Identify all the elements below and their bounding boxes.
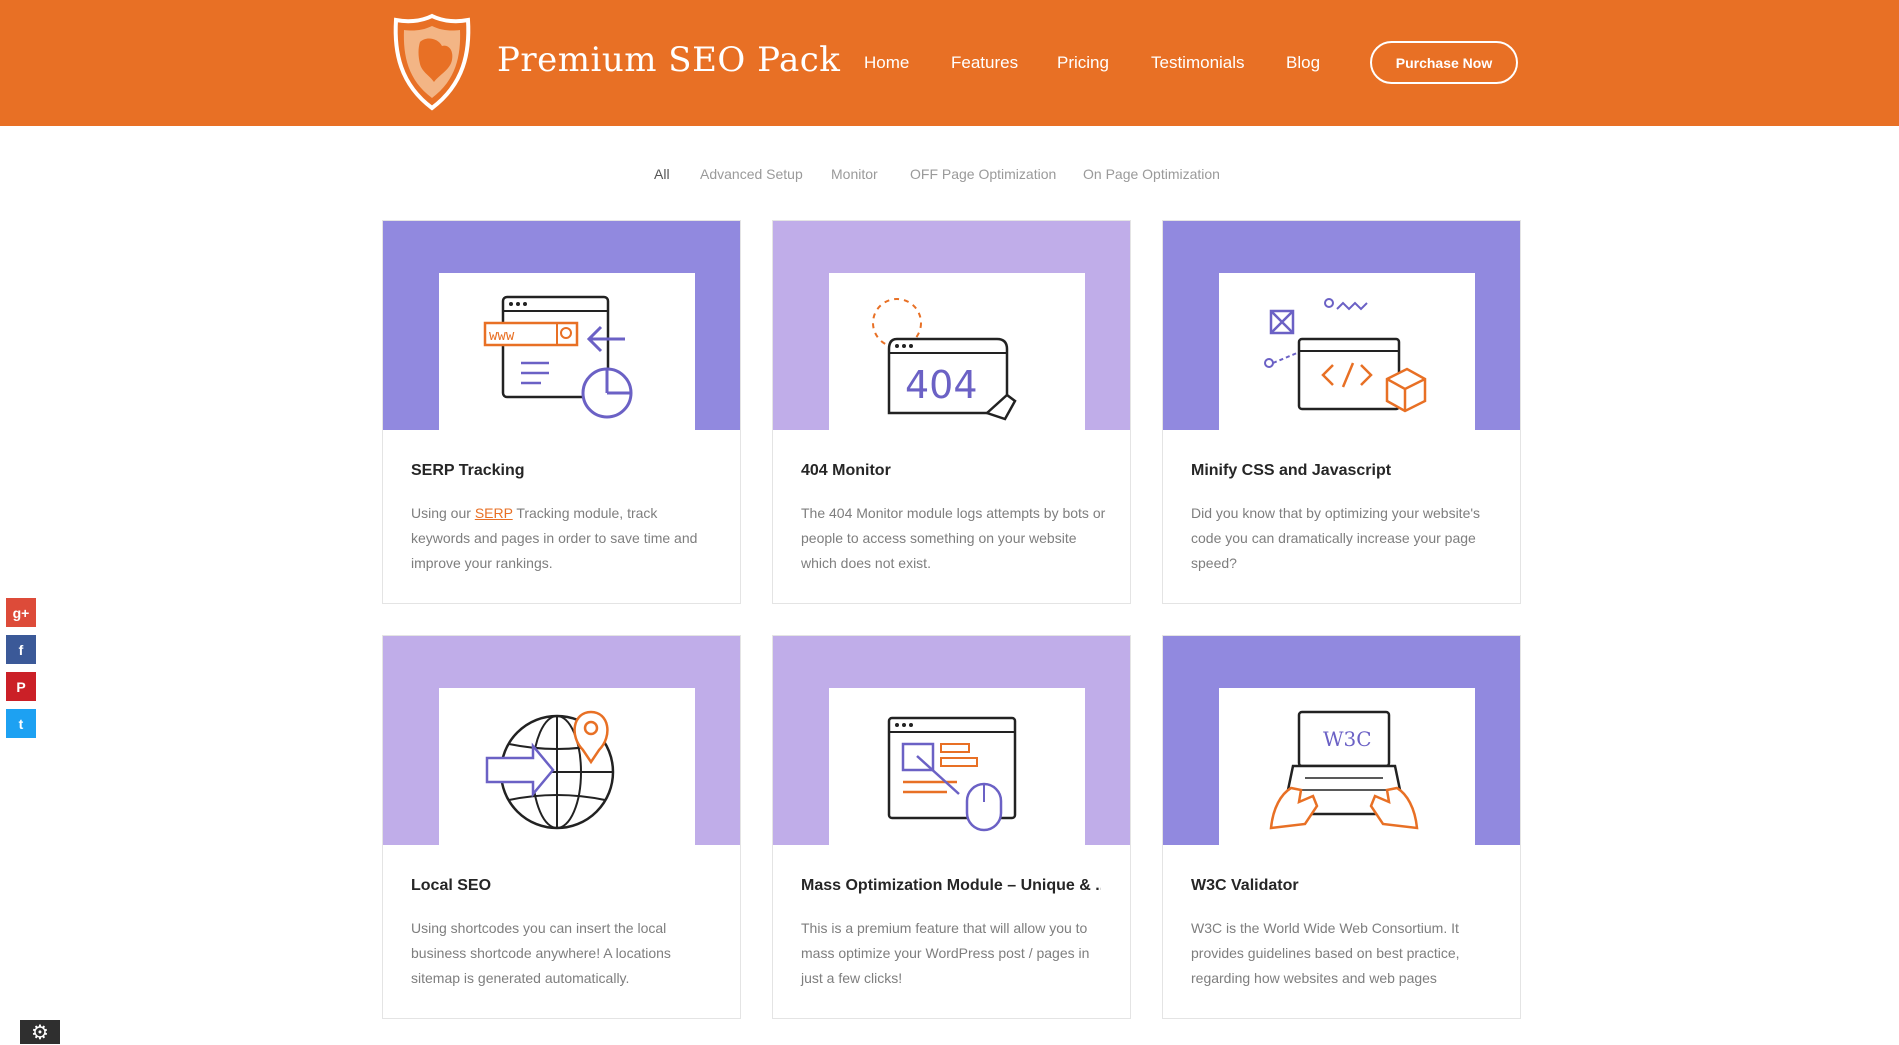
- globe-location-pin-icon: [485, 710, 615, 830]
- card-illustration: [829, 688, 1085, 845]
- code-box-icon: [1264, 298, 1427, 413]
- filter-on-page-optimization[interactable]: On Page Optimization: [1083, 166, 1220, 182]
- 404-page-icon: 404: [872, 298, 1017, 421]
- settings-gear-icon[interactable]: ⚙: [20, 1020, 60, 1044]
- nav-home[interactable]: Home: [864, 53, 909, 73]
- brand-title[interactable]: Premium SEO Pack: [497, 40, 840, 80]
- nav-pricing[interactable]: Pricing: [1057, 53, 1109, 73]
- feature-card-404-monitor[interactable]: 404 404 Monitor The 404 Monitor module l…: [772, 220, 1131, 604]
- filter-all[interactable]: All: [654, 166, 670, 182]
- card-description: Did you know that by optimizing your web…: [1191, 505, 1481, 571]
- browser-mouse-icon: [887, 716, 1017, 832]
- card-description: Using shortcodes you can insert the loca…: [411, 920, 671, 986]
- card-illustration: www: [439, 273, 695, 430]
- card-illustration: W3C: [1219, 688, 1475, 845]
- feature-card-local-seo[interactable]: Local SEO Using shortcodes you can inser…: [382, 635, 741, 1019]
- site-header: Premium SEO Pack Home Features Pricing T…: [0, 0, 1899, 126]
- card-illustration: [439, 688, 695, 845]
- card-description: This is a premium feature that will allo…: [801, 920, 1090, 986]
- card-title: Minify CSS and Javascript: [1191, 462, 1392, 479]
- card-description: W3C is the World Wide Web Consortium. It…: [1191, 920, 1460, 986]
- card-title: W3C Validator: [1191, 877, 1299, 894]
- card-title: Mass Optimization Module – Unique & ...: [801, 877, 1101, 894]
- card-illustration: [1219, 273, 1475, 430]
- card-title: Local SEO: [411, 877, 492, 894]
- nav-blog[interactable]: Blog: [1286, 53, 1320, 73]
- laptop-w3c-hands-icon: W3C: [1269, 710, 1419, 830]
- filter-advanced-setup[interactable]: Advanced Setup: [700, 166, 803, 182]
- card-description-text: Using our: [411, 505, 475, 521]
- feature-card-minify-css-js[interactable]: Minify CSS and Javascript Did you know t…: [1162, 220, 1521, 604]
- purchase-now-button[interactable]: Purchase Now: [1370, 41, 1518, 84]
- category-filter-bar: All Advanced Setup Monitor OFF Page Opti…: [0, 166, 1899, 188]
- feature-card-mass-optimization[interactable]: Mass Optimization Module – Unique & ... …: [772, 635, 1131, 1019]
- browser-www-search-pie-icon: www: [483, 295, 633, 419]
- card-illustration: 404: [829, 273, 1085, 430]
- card-title: SERP Tracking: [411, 462, 525, 479]
- facebook-icon[interactable]: f: [6, 635, 36, 664]
- nav-testimonials[interactable]: Testimonials: [1151, 53, 1245, 73]
- w3c-icon-text: W3C: [1323, 727, 1372, 751]
- svg-text:www: www: [489, 328, 515, 344]
- card-description: The 404 Monitor module logs attempts by …: [801, 505, 1106, 571]
- card-title: 404 Monitor: [801, 462, 891, 479]
- shield-logo-icon[interactable]: [390, 12, 474, 112]
- nav-features[interactable]: Features: [951, 53, 1018, 73]
- filter-monitor[interactable]: Monitor: [831, 166, 878, 182]
- filter-off-page-optimization[interactable]: OFF Page Optimization: [910, 166, 1056, 182]
- 404-icon-text: 404: [905, 363, 978, 407]
- serp-link[interactable]: SERP: [475, 505, 513, 521]
- feature-card-serp-tracking[interactable]: www SERP Tracking Using our SERP Trackin…: [382, 220, 741, 604]
- twitter-icon[interactable]: t: [6, 709, 36, 738]
- pinterest-icon[interactable]: P: [6, 672, 36, 701]
- feature-card-w3c-validator[interactable]: W3C W3C Validator W3C is the World Wide …: [1162, 635, 1521, 1019]
- google-plus-icon[interactable]: g+: [6, 598, 36, 627]
- card-description: Using our SERP Tracking module, track ke…: [411, 501, 716, 576]
